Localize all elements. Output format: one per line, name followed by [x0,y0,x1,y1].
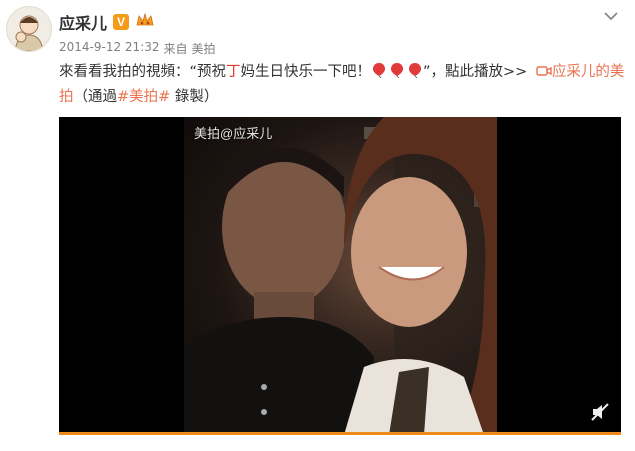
post-text-part: 錄製） [170,89,219,105]
post-text-part: （通過 [73,89,118,105]
post-text: 來看看我拍的視頻：“预祝丁妈生日快乐一下吧！ ”，點此播放>> 应采儿的美拍（通… [59,60,629,110]
source-prefix: 来自 [163,42,188,56]
author-name[interactable]: 应采儿 [59,10,107,34]
video-player[interactable]: 美拍@应采儿 [59,117,621,435]
heart-balloon-emoji-icons [371,63,423,80]
post-options-chevron-icon[interactable] [601,8,621,24]
mute-icon[interactable] [589,401,611,423]
video-progress-bar[interactable] [59,432,621,435]
post-time[interactable]: 2014-9-12 21:32 [59,40,160,57]
video-camera-icon[interactable] [532,64,552,80]
weibo-post: 应采儿 V 2014-9-12 21:32 来自 美拍 來看看我拍的視頻：“预祝… [0,0,635,451]
video-thumbnail-image [184,117,497,435]
hashtag-link[interactable]: #美拍# [117,89,170,105]
member-crown-icon [135,12,155,32]
video-watermark: 美拍@应采儿 [194,126,273,141]
author-row: 应采儿 V [59,10,155,34]
video-frame[interactable] [184,117,497,435]
post-meta: 2014-9-12 21:32 来自 美拍 [59,40,216,57]
post-text-part: 來看看我拍的視頻：“预祝 [59,64,227,80]
post-text-part: 妈生日快乐一下吧！ [240,64,372,80]
avatar-illustration-icon [14,15,44,51]
avatar[interactable] [6,6,52,52]
post-text-part: ”，點此播放>> [423,64,528,80]
verified-badge-icon: V [113,14,130,30]
post-text-highlight: 丁 [226,64,241,80]
post-source[interactable]: 美拍 [192,40,216,57]
